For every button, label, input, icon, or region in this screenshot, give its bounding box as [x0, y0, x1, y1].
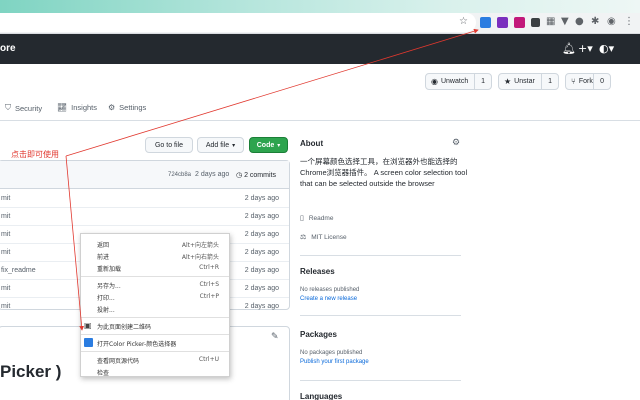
context-menu-qr-code[interactable]: ▣ 为此页面创建二维码 — [81, 320, 229, 332]
chevron-down-icon: ▾ — [277, 142, 281, 149]
star-icon[interactable]: ☆ — [459, 15, 468, 29]
context-menu-forward[interactable]: 前进 Alt+向右箭头 — [81, 250, 229, 262]
readme-link[interactable]: ▯ Readme — [300, 214, 333, 222]
chevron-down-icon: ▾ — [232, 142, 236, 149]
context-menu: 返回 Alt+向左箭头 前进 Alt+向右箭头 重新加载 Ctrl+R 另存为... C… — [80, 233, 230, 377]
unstar-button[interactable]: ★ Unstar 1 — [498, 73, 559, 90]
publish-package-link[interactable]: Publish your first package — [300, 359, 369, 365]
menu-separator — [81, 351, 229, 352]
puzzle-icon[interactable]: ✱ — [591, 15, 599, 29]
context-menu-print[interactable]: 打印... Ctrl+P — [81, 291, 229, 303]
pencil-icon[interactable]: ✎ — [271, 332, 279, 342]
color-picker-extension-icon[interactable] — [480, 17, 491, 28]
commit-count-link[interactable]: ◷ 2 commits — [236, 171, 276, 179]
qr-code-icon: ▣ — [84, 321, 92, 330]
shield-extension-icon[interactable]: ▼ — [561, 15, 569, 29]
menu-icon[interactable]: ⋮ — [624, 15, 634, 29]
fork-icon: ⑂ — [571, 77, 576, 86]
color-picker-icon — [84, 338, 93, 347]
context-menu-color-picker[interactable]: 打开Color Picker-颜色选择器 — [81, 337, 229, 349]
go-to-file-button[interactable]: Go to file — [145, 137, 193, 153]
gear-icon: ⚙ — [108, 103, 116, 112]
context-menu-back[interactable]: 返回 Alt+向左箭头 — [81, 238, 229, 250]
context-menu-reload[interactable]: 重新加载 Ctrl+R — [81, 262, 229, 274]
about-description: 一个屏幕颜色选择工具，在浏览器外也能选择的Chrome浏览器插件。 A scre… — [300, 157, 468, 188]
fork-count: 0 — [593, 74, 610, 89]
github-header: ore 🔔︎ +▾ ◐▾ — [0, 34, 640, 64]
purple-extension-icon[interactable] — [497, 17, 508, 28]
readme-title: Picker ) — [0, 362, 62, 381]
tab-insights[interactable]: 📈︎ Insights — [57, 103, 97, 112]
menu-separator — [81, 317, 229, 318]
no-releases-text: No releases published — [300, 287, 360, 293]
star-filled-icon: ★ — [504, 77, 512, 86]
avatar-icon[interactable]: ◐▾ — [599, 42, 614, 55]
annotation-text: 点击即可使用 — [11, 150, 59, 159]
window-background — [0, 0, 640, 13]
address-bar[interactable] — [0, 13, 476, 32]
watch-count: 1 — [474, 74, 491, 89]
file-row[interactable]: mit 2 days ago — [0, 190, 289, 208]
packages-heading[interactable]: Packages — [300, 330, 337, 339]
tabs-divider — [0, 120, 640, 121]
commit-hash[interactable]: 724cb8a — [168, 172, 191, 178]
graph-icon: 📈︎ — [57, 103, 68, 112]
commit-time: 2 days ago — [195, 171, 230, 178]
gear-icon[interactable]: ⚙ — [452, 138, 460, 148]
divider — [300, 380, 461, 381]
releases-heading[interactable]: Releases — [300, 267, 335, 276]
unwatch-button[interactable]: ◉ Unwatch 1 — [425, 73, 492, 90]
languages-heading: Languages — [300, 392, 343, 400]
license-link[interactable]: ⚖ MIT License — [300, 233, 347, 241]
context-menu-cast[interactable]: 投射... — [81, 303, 229, 315]
dark-extension-icon[interactable] — [531, 18, 540, 27]
latest-commit-row: 724cb8a 2 days ago ◷ 2 commits — [0, 161, 289, 189]
law-icon: ⚖ — [300, 233, 307, 241]
about-heading: About — [300, 139, 324, 148]
star-count: 1 — [541, 74, 558, 89]
history-icon: ◷ — [236, 171, 243, 179]
grid-extension-icon[interactable]: ▦ — [546, 15, 555, 29]
menu-separator — [81, 276, 229, 277]
code-button[interactable]: Code ▾ — [249, 137, 288, 153]
eye-icon: ◉ — [431, 77, 438, 86]
tab-security[interactable]: ⛉ Security — [5, 103, 42, 113]
divider — [300, 255, 461, 256]
profile-icon[interactable]: ◉ — [607, 15, 616, 29]
tab-settings[interactable]: ⚙ Settings — [108, 103, 146, 112]
context-menu-save-as[interactable]: 另存为... Ctrl+S — [81, 279, 229, 291]
add-file-button[interactable]: Add file ▾ — [197, 137, 244, 153]
file-row[interactable]: mit 2 days ago — [0, 208, 289, 226]
book-icon: ▯ — [300, 214, 304, 222]
fork-button[interactable]: ⑂ Fork 0 — [565, 73, 611, 90]
plus-icon[interactable]: +▾ — [578, 42, 593, 55]
no-packages-text: No packages published — [300, 350, 363, 356]
create-release-link[interactable]: Create a new release — [300, 296, 357, 302]
browser-toolbar: ☆ ▦ ▼ ● ✱ ◉ ⋮ — [0, 0, 640, 34]
bell-icon[interactable]: 🔔︎ — [562, 42, 576, 55]
shield-icon: ⛉ — [5, 103, 11, 112]
circle-extension-icon[interactable]: ● — [575, 15, 584, 29]
site-brand[interactable]: ore — [0, 43, 16, 54]
magenta-extension-icon[interactable] — [514, 17, 525, 28]
context-menu-view-source[interactable]: 查看网页源代码 Ctrl+U — [81, 354, 229, 366]
menu-separator — [81, 334, 229, 335]
context-menu-inspect[interactable]: 检查 — [81, 366, 229, 378]
divider — [300, 315, 461, 316]
